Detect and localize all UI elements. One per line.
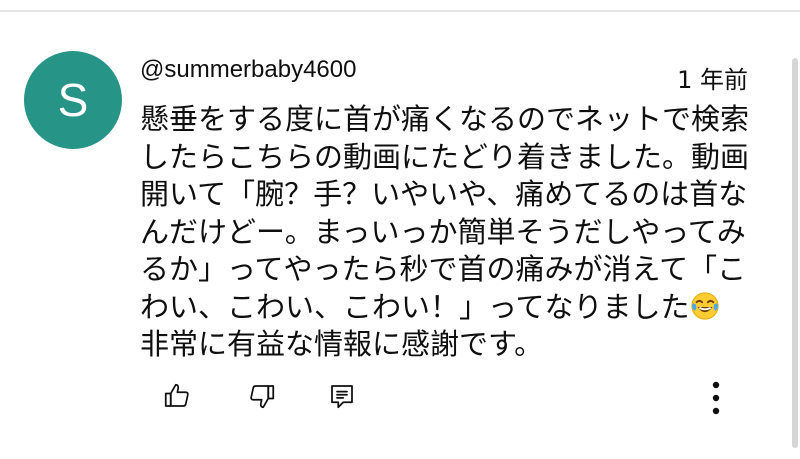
comment-line: るか」ってやったら秒で首の痛みが消えて「こ xyxy=(140,252,747,286)
comment-actions xyxy=(0,378,800,418)
avatar[interactable]: S xyxy=(24,51,122,149)
author-handle[interactable]: @summerbaby4600 xyxy=(140,56,356,84)
comment-line: したらこちらの動画にたどり着きました。動画 xyxy=(140,139,750,174)
comment-line: 懸垂をする度に首が痛くなるのでネットで検索 xyxy=(140,102,750,136)
reply-button[interactable] xyxy=(324,378,360,414)
comment-line-with-emoji: わい、こわい、こわい！」ってなりました xyxy=(140,289,755,327)
scrollbar[interactable] xyxy=(792,58,798,448)
like-button[interactable] xyxy=(159,378,195,414)
comment-line: 非常に有益な情報に感謝です。 xyxy=(140,327,544,361)
comment-timestamp: 1 年前 xyxy=(677,66,748,94)
comment-line: んだけどー。まっいっか簡単そうだしやってみ xyxy=(140,214,746,249)
thumbs-up-icon xyxy=(164,383,189,407)
top-divider xyxy=(0,10,800,12)
more-options-button[interactable] xyxy=(701,378,731,418)
comment-screen: S @summerbaby4600 1 年前 懸垂をする度に首が痛くなるのでネッ… xyxy=(0,0,800,459)
reply-comment-icon xyxy=(331,385,353,409)
dislike-button[interactable] xyxy=(244,378,280,414)
more-vertical-icon xyxy=(712,381,720,415)
comment-text: 懸垂をする度に首が痛くなるのでネットで検索 したらこちらの動画にたどり着きました… xyxy=(140,101,755,364)
avatar-letter: S xyxy=(57,74,89,126)
face-with-tears-of-joy-icon xyxy=(690,291,719,320)
thumbs-down-icon xyxy=(250,385,275,409)
comment-line: わい、こわい、こわい！」ってなりました xyxy=(140,289,690,324)
comment-line: 開いて「腕？手？いやいや、痛めてるのは首な xyxy=(140,177,748,211)
